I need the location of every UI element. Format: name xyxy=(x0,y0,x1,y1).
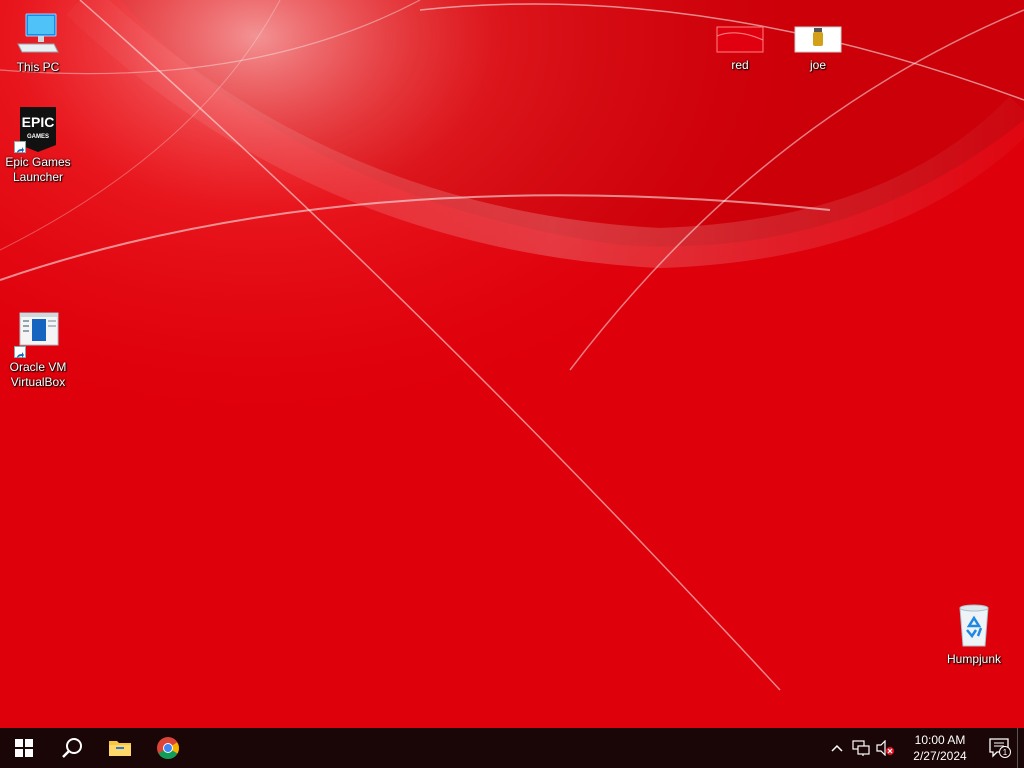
shortcut-arrow-icon xyxy=(14,141,26,153)
virtualbox-icon xyxy=(14,310,62,358)
chevron-up-icon xyxy=(831,744,843,752)
image-file-icon xyxy=(716,18,764,56)
taskbar-clock[interactable]: 10:00 AM 2/27/2024 xyxy=(901,732,979,764)
desktop-icon-label: Oracle VM VirtualBox xyxy=(9,360,67,389)
action-center-button[interactable]: 1 xyxy=(983,728,1017,768)
wallpaper xyxy=(0,0,1024,728)
windows-logo-icon xyxy=(15,739,33,757)
desktop[interactable]: This PC EPIC GAMES Epic Games Launcher O… xyxy=(0,0,1024,768)
system-tray: 10:00 AM 2/27/2024 1 xyxy=(825,728,1024,768)
network-button[interactable] xyxy=(849,728,873,768)
shortcut-arrow-icon xyxy=(14,346,26,358)
epic-games-icon: EPIC GAMES xyxy=(14,105,62,153)
volume-muted-icon xyxy=(876,740,894,756)
desktop-icon-recycle-bin[interactable]: Humpjunk xyxy=(936,602,1012,667)
computer-icon xyxy=(14,10,62,58)
desktop-icon-epic-games[interactable]: EPIC GAMES Epic Games Launcher xyxy=(0,105,76,185)
recycle-bin-icon xyxy=(950,602,998,650)
start-button[interactable] xyxy=(0,728,48,768)
desktop-icon-this-pc[interactable]: This PC xyxy=(0,10,76,75)
notification-icon: 1 xyxy=(989,738,1011,758)
epic-logo-subtext: GAMES xyxy=(27,134,49,140)
taskbar-app-chrome[interactable] xyxy=(144,728,192,768)
taskbar-app-file-explorer[interactable] xyxy=(96,728,144,768)
desktop-icon-label: Epic Games Launcher xyxy=(5,155,71,184)
network-icon xyxy=(852,740,870,756)
volume-button[interactable] xyxy=(873,728,897,768)
desktop-icon-label: This PC xyxy=(16,60,60,74)
desktop-icon-joe[interactable]: joe xyxy=(780,18,856,73)
search-icon xyxy=(62,738,82,758)
notification-count-badge: 1 xyxy=(1003,748,1008,757)
taskbar: 10:00 AM 2/27/2024 1 xyxy=(0,728,1024,768)
show-hidden-icons-button[interactable] xyxy=(825,728,849,768)
show-desktop-button[interactable] xyxy=(1017,728,1024,768)
chrome-icon xyxy=(157,737,179,759)
clock-time: 10:00 AM xyxy=(914,733,966,747)
desktop-icon-red[interactable]: red xyxy=(702,18,778,73)
image-file-icon xyxy=(794,18,842,56)
desktop-icon-virtualbox[interactable]: Oracle VM VirtualBox xyxy=(0,310,76,390)
desktop-icon-label: joe xyxy=(809,58,826,72)
epic-logo-text: EPIC xyxy=(22,114,55,130)
folder-icon xyxy=(109,741,131,756)
desktop-icon-label: Humpjunk xyxy=(946,652,1002,666)
clock-date: 2/27/2024 xyxy=(913,749,967,763)
desktop-icon-label: red xyxy=(731,58,749,72)
search-button[interactable] xyxy=(48,728,96,768)
